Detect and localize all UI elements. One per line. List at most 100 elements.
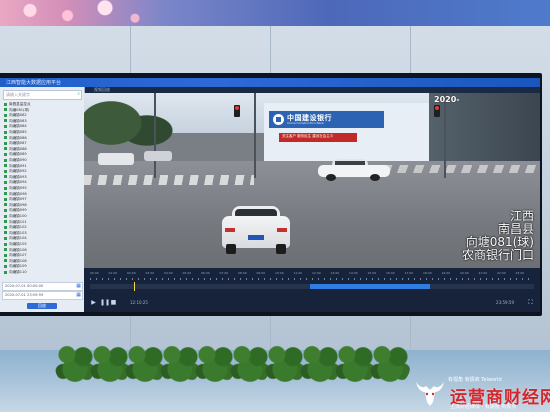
camera-tree-item[interactable]: 向塘镇090 (4, 158, 80, 163)
plant (55, 342, 95, 384)
calendar-icon[interactable]: ▦ (76, 292, 81, 298)
timeline-tick-label: 23:00 (515, 271, 525, 275)
camera-tree-sidebar: 请输入关键字 ⌕ 南昌县监控点 向塘081(球) 向塘镇082 向塘镇083 向塘镇08… (0, 87, 85, 312)
bull-logo-icon (416, 382, 444, 406)
camera-tree-item[interactable]: 向塘镇102 (4, 225, 80, 230)
bank-signboard: 中国建设银行 China Construction Bank (269, 111, 384, 128)
stop-icon[interactable]: ■ (110, 299, 117, 306)
timeline-tick-label: 05:00 (182, 271, 192, 275)
pause-icon[interactable]: ❚❚ (100, 299, 110, 306)
display-screen: 江西智能大数据应用平台 视频回放 请输入关键字 ⌕ 南昌县监控点 向塘081(球)… (0, 78, 540, 312)
camera-tree-item[interactable]: 向塘081(球) (4, 108, 80, 113)
camera-tree-label: 向塘镇088 (9, 146, 27, 151)
camera-tree-item[interactable]: 向塘镇106 (4, 248, 80, 253)
camera-tree-item[interactable]: 向塘镇088 (4, 147, 80, 152)
camera-online-icon (4, 186, 7, 190)
lamp-pole (254, 93, 256, 178)
camera-tree-item[interactable]: 向塘镇087 (4, 141, 80, 146)
camera-tree-item[interactable]: 向塘镇100 (4, 214, 80, 219)
playhead[interactable] (134, 282, 135, 291)
camera-online-icon (4, 164, 7, 168)
start-time-field[interactable]: 2020-07-01 00:00:00 ▦ (2, 282, 83, 291)
camera-online-icon (4, 102, 7, 106)
search-input[interactable]: 请输入关键字 ⌕ (3, 90, 82, 100)
camera-online-icon (4, 259, 7, 263)
camera-online-icon (4, 214, 7, 218)
camera-tree-item[interactable]: 向塘镇099 (4, 208, 80, 213)
camera-tree-item[interactable]: 向塘镇104 (4, 236, 80, 241)
timeline-tick-label: 10:00 (275, 271, 284, 275)
camera-online-icon (4, 141, 7, 145)
calendar-icon[interactable]: ▦ (76, 283, 81, 289)
camera-tree-item[interactable]: 向塘镇101 (4, 220, 80, 225)
camera-tree-label: 向塘镇087 (9, 141, 27, 146)
camera-online-icon (4, 231, 7, 235)
plant (265, 342, 305, 384)
camera-tree-item[interactable]: 向塘镇094 (4, 180, 80, 185)
timeline-tick-label: 07:00 (219, 271, 229, 275)
camera-tree-item[interactable]: 向塘镇083 (4, 119, 80, 124)
camera-tree-item[interactable]: 向塘镇082 (4, 113, 80, 118)
camera-tree-label: 向塘镇101 (9, 219, 27, 224)
camera-tree-item[interactable]: 向塘镇084 (4, 124, 80, 129)
plant (160, 342, 200, 384)
blossom-decoration (0, 0, 150, 26)
camera-tree-label: 向塘镇084 (9, 124, 27, 129)
red-banner: 关注客户 服务民生 建设社会主义 (279, 133, 357, 142)
camera-tree-item[interactable]: 向塘镇086 (4, 136, 80, 141)
playback-button[interactable]: 回放 (27, 303, 57, 309)
camera-tree-item[interactable]: 向塘镇108 (4, 259, 80, 264)
camera-tree-item[interactable]: 向塘镇105 (4, 242, 80, 247)
camera-tree-item[interactable]: 向塘镇097 (4, 197, 80, 202)
timeline-tick-label: 03:00 (145, 271, 155, 275)
search-icon[interactable]: ⌕ (77, 91, 80, 97)
plant (370, 342, 410, 384)
recorded-segment[interactable] (310, 284, 430, 289)
timeline-tick-label: 21:00 (478, 271, 488, 275)
camera-tree-item[interactable]: 向塘镇098 (4, 203, 80, 208)
fullscreen-icon[interactable]: ⛶ (527, 299, 534, 306)
bank-name-en: China Construction Bank (287, 121, 325, 125)
camera-tree-item[interactable]: 向塘镇096 (4, 192, 80, 197)
camera-online-icon (4, 253, 7, 257)
timeline-tick-label: 16:00 (386, 271, 395, 275)
camera-tree-item[interactable]: 向塘镇095 (4, 186, 80, 191)
timeline-ruler (90, 278, 534, 280)
camera-online-icon (4, 130, 7, 134)
camera-tree-item[interactable]: 向塘镇093 (4, 175, 80, 180)
timeline-tick-label: 08:00 (238, 271, 247, 275)
distant-car (98, 153, 134, 165)
playback-timeline: 00:00 01:00 02:00 03:00 04:00 05:00 06:00 07:00… (84, 268, 540, 312)
play-icon[interactable]: ▶ (90, 299, 97, 306)
timeline-tick-label: 22:00 (497, 271, 506, 275)
potted-plants (55, 338, 410, 384)
overlay-line: 农商银行门口 (461, 248, 534, 262)
timeline-tick-labels: 00:00 01:00 02:00 03:00 04:00 05:00 06:00 07:00… (90, 271, 534, 277)
timeline-tick-label: 13:00 (330, 271, 340, 275)
camera-online-icon (4, 147, 7, 151)
video-player[interactable]: 中国建设银行 China Construction Bank 关注客户 服务民生… (84, 93, 540, 268)
white-suv (222, 206, 290, 254)
timeline-tick-label: 19:00 (441, 271, 451, 275)
camera-tree-item[interactable]: 向塘镇107 (4, 253, 80, 258)
end-time-value: 2020-07-01 23:59:59 (5, 293, 44, 297)
camera-tree-item[interactable]: 向塘镇092 (4, 169, 80, 174)
camera-tree-item[interactable]: 向塘镇089 (4, 152, 80, 157)
camera-tree-label: 向塘镇108 (9, 258, 27, 263)
camera-tree-item[interactable]: 向塘镇110 (4, 270, 80, 275)
camera-tree-item[interactable]: 向塘镇103 (4, 231, 80, 236)
watermark-slogan: 主流财经媒体 · 有速度 有观点 (450, 404, 517, 410)
ccb-logo-icon (273, 114, 284, 125)
camera-online-icon (4, 270, 7, 274)
camera-tree-label: 向塘镇089 (9, 152, 27, 157)
camera-tree-label: 向塘镇083 (9, 118, 27, 123)
timeline-tick-label: 14:00 (349, 271, 358, 275)
camera-tree-item[interactable]: 向塘镇085 (4, 130, 80, 135)
timeline-tick-label: 20:00 (460, 271, 469, 275)
camera-online-icon (4, 220, 7, 224)
camera-tree-item[interactable]: 向塘镇091 (4, 164, 80, 169)
camera-tree-item[interactable]: 向塘镇109 (4, 264, 80, 269)
camera-tree-label: 向塘镇085 (9, 130, 27, 134)
end-time-field[interactable]: 2020-07-01 23:59:59 ▦ (2, 291, 83, 300)
camera-tree-item[interactable]: 南昌县监控点 (4, 102, 80, 107)
